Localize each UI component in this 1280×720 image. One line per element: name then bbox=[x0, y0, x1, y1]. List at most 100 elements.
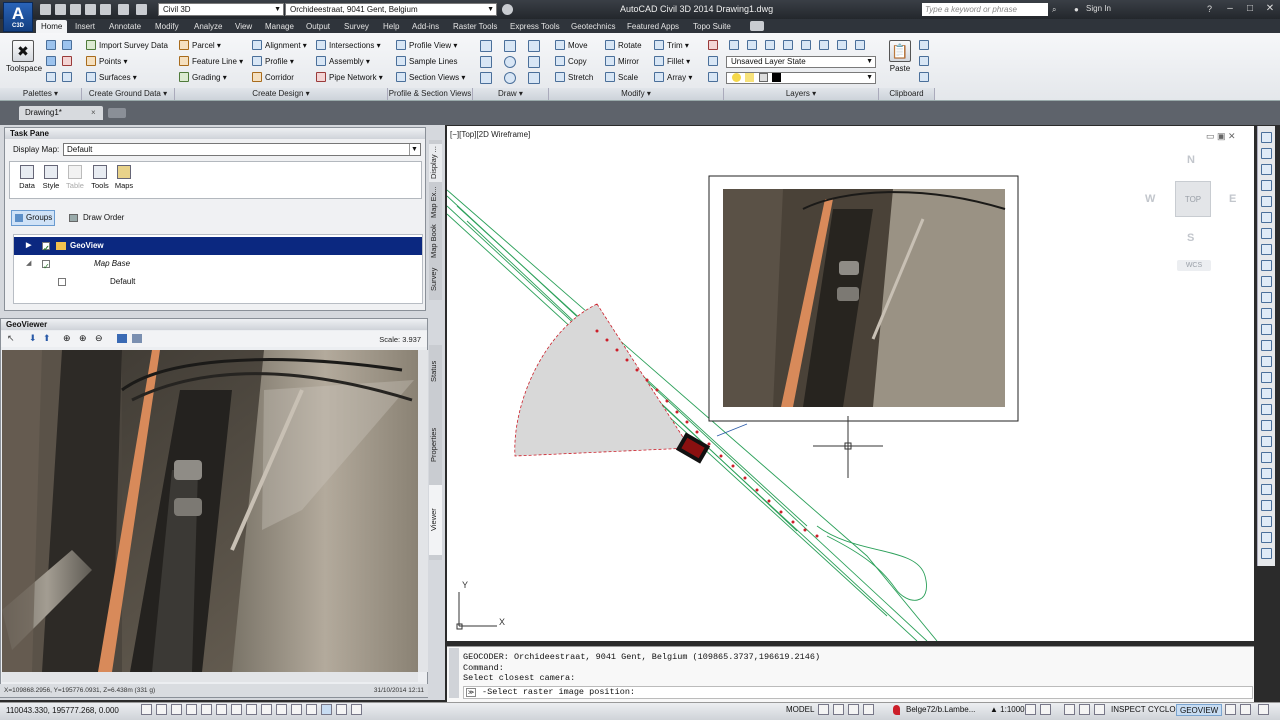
tab-featured-apps[interactable]: Featured Apps bbox=[622, 20, 684, 33]
palette-icon[interactable] bbox=[46, 40, 56, 50]
visibility-checkbox[interactable] bbox=[42, 240, 50, 258]
selection-cycling-icon[interactable] bbox=[336, 704, 347, 715]
pan-icon[interactable] bbox=[848, 704, 859, 715]
tool-icon[interactable] bbox=[1261, 388, 1272, 399]
grid-icon[interactable] bbox=[171, 704, 182, 715]
tool-icon[interactable] bbox=[1261, 484, 1272, 495]
tool-icon[interactable] bbox=[1261, 516, 1272, 527]
tab-display-manager[interactable]: Display ... bbox=[429, 144, 442, 182]
command-customize-icon[interactable]: ≫ bbox=[466, 688, 476, 697]
print-icon[interactable] bbox=[100, 4, 111, 15]
palette-icon[interactable] bbox=[62, 56, 72, 66]
layer-color-swatch[interactable] bbox=[772, 73, 781, 82]
hatch-icon[interactable] bbox=[528, 40, 540, 52]
toolspace-button[interactable]: ✖ Toolspace bbox=[6, 38, 42, 86]
tool-icon[interactable] bbox=[1261, 324, 1272, 335]
rectangle-icon[interactable] bbox=[528, 56, 540, 68]
drawing-viewport[interactable] bbox=[446, 126, 1254, 642]
help-icon[interactable]: ? bbox=[1207, 4, 1212, 14]
arrow-down-icon[interactable]: ⬇ bbox=[29, 333, 37, 344]
circle-icon[interactable] bbox=[504, 56, 516, 68]
dyn-icon[interactable] bbox=[276, 704, 287, 715]
quick-view-layouts-icon[interactable] bbox=[818, 704, 829, 715]
tab-modify[interactable]: Modify bbox=[150, 20, 184, 33]
annotation-visibility-icon[interactable] bbox=[1025, 704, 1036, 715]
layer-state-dropdown[interactable]: Unsaved Layer State ▼ bbox=[726, 56, 876, 68]
status-menu-icon[interactable] bbox=[1240, 704, 1251, 715]
offset-icon[interactable] bbox=[708, 72, 718, 82]
command-input[interactable]: ≫ -Select raster image position: bbox=[463, 686, 1253, 699]
tool-icon[interactable] bbox=[1261, 436, 1272, 447]
import-survey-data-button[interactable]: Import Survey Data bbox=[86, 39, 168, 52]
array-button[interactable]: Array ▾ bbox=[654, 71, 692, 84]
new-tab-button[interactable] bbox=[108, 108, 126, 118]
hardware-acceleration-icon[interactable] bbox=[1094, 704, 1105, 715]
workspace-switch-icon[interactable] bbox=[1064, 704, 1075, 715]
copy-button[interactable]: Copy bbox=[555, 55, 587, 68]
pipe-network-button[interactable]: Pipe Network ▾ bbox=[316, 71, 383, 84]
visibility-checkbox[interactable] bbox=[58, 278, 66, 286]
tool-icon[interactable] bbox=[1261, 148, 1272, 159]
tool-icon[interactable] bbox=[1261, 132, 1272, 143]
zoom-out-icon[interactable]: ⊖ bbox=[95, 333, 103, 344]
new-icon[interactable] bbox=[40, 4, 51, 15]
tab-annotate[interactable]: Annotate bbox=[104, 20, 146, 33]
tab-map-explorer[interactable]: Map Ex... bbox=[429, 184, 442, 220]
tool-icon[interactable] bbox=[1261, 532, 1272, 543]
zoom-icon[interactable] bbox=[863, 704, 874, 715]
viewcube-north[interactable]: N bbox=[1187, 154, 1195, 166]
annotation-monitor-icon[interactable] bbox=[351, 704, 362, 715]
explode-icon[interactable] bbox=[708, 56, 718, 66]
fillet-button[interactable]: Fillet ▾ bbox=[654, 55, 690, 68]
autoscale-icon[interactable] bbox=[1040, 704, 1051, 715]
redo-icon[interactable] bbox=[136, 4, 147, 15]
tool-icon[interactable] bbox=[1261, 292, 1272, 303]
feature-line-button[interactable]: Feature Line ▾ bbox=[179, 55, 243, 68]
grading-button[interactable]: Grading ▾ bbox=[179, 71, 227, 84]
tool-icon[interactable] bbox=[1261, 276, 1272, 287]
tool-icon[interactable] bbox=[1261, 196, 1272, 207]
profile-view-button[interactable]: Profile View ▾ bbox=[396, 39, 457, 52]
model-space-toggle[interactable]: MODEL bbox=[783, 704, 817, 716]
tab-survey[interactable]: Survey bbox=[429, 262, 442, 296]
open-icon[interactable] bbox=[55, 4, 66, 15]
panel-profile-section[interactable]: Profile & Section Views bbox=[388, 88, 473, 100]
palette-icon[interactable] bbox=[46, 56, 56, 66]
tool-icon[interactable] bbox=[1261, 180, 1272, 191]
polyline-icon[interactable] bbox=[504, 40, 516, 52]
layer-icon[interactable] bbox=[801, 40, 811, 50]
polar-icon[interactable] bbox=[201, 704, 212, 715]
arrow-up-icon[interactable]: ⬆ bbox=[43, 333, 51, 344]
3dosnap-icon[interactable] bbox=[231, 704, 242, 715]
layer-icon[interactable] bbox=[765, 40, 775, 50]
style-button[interactable]: Style bbox=[38, 164, 64, 198]
pointer-icon[interactable]: ↖ bbox=[7, 333, 15, 344]
signin-button[interactable]: Sign In bbox=[1086, 4, 1111, 13]
tool-icon[interactable] bbox=[1261, 244, 1272, 255]
save-image-icon[interactable] bbox=[117, 334, 127, 343]
section-views-button[interactable]: Section Views ▾ bbox=[396, 71, 465, 84]
layer-icon[interactable] bbox=[855, 40, 865, 50]
tab-viewer[interactable]: Viewer bbox=[429, 485, 442, 555]
surfaces-button[interactable]: Surfaces ▾ bbox=[86, 71, 137, 84]
tab-express-tools[interactable]: Express Tools bbox=[505, 20, 565, 33]
palette-icon[interactable] bbox=[62, 40, 72, 50]
tab-map-book[interactable]: Map Book bbox=[429, 222, 442, 260]
photo-scrollbar[interactable] bbox=[418, 350, 428, 672]
panel-modify[interactable]: Modify ▾ bbox=[549, 88, 724, 100]
minimize-button[interactable]: – bbox=[1220, 3, 1240, 16]
tab-raster-tools[interactable]: Raster Tools bbox=[448, 20, 502, 33]
paste-button[interactable]: 📋 Paste bbox=[883, 38, 917, 86]
maximize-button[interactable]: □ bbox=[1240, 3, 1260, 16]
maps-button[interactable]: Maps bbox=[111, 164, 137, 198]
assembly-button[interactable]: Assembly ▾ bbox=[316, 55, 370, 68]
tab-home[interactable]: Home bbox=[36, 20, 68, 33]
tool-icon[interactable] bbox=[1261, 164, 1272, 175]
lightbulb-icon[interactable] bbox=[732, 73, 741, 82]
layer-icon[interactable] bbox=[819, 40, 829, 50]
display-map-dropdown[interactable]: Default ▼ bbox=[63, 143, 421, 156]
street-photo[interactable] bbox=[2, 350, 418, 672]
tab-status[interactable]: Status bbox=[429, 351, 442, 391]
isolate-objects-icon[interactable] bbox=[1225, 704, 1236, 715]
tool-icon[interactable] bbox=[1261, 452, 1272, 463]
